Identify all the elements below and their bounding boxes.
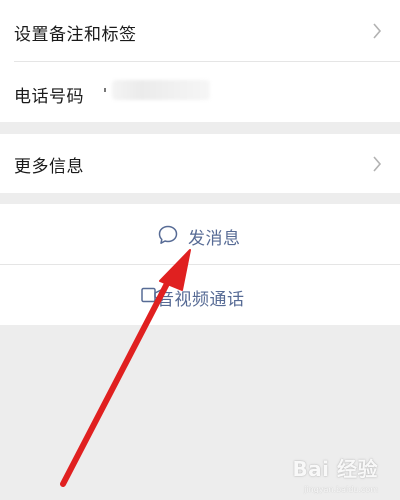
section-gap <box>0 193 400 204</box>
remark-tags-label: 设置备注和标签 <box>14 25 137 45</box>
chevron-right-icon <box>373 23 382 39</box>
more-info-row[interactable]: 更多信息 <box>0 134 400 193</box>
watermark-url: jingyan.baidu.com <box>304 485 378 494</box>
remark-tags-row[interactable]: 设置备注和标签 <box>0 0 400 62</box>
watermark-logo: Bai 经验 <box>292 457 378 481</box>
phone-value-mark <box>104 88 106 92</box>
call-label: 音视频通话 <box>157 290 245 310</box>
phone-label: 电话号码 <box>14 87 84 107</box>
chat-bubble-icon <box>158 225 178 244</box>
call-button[interactable]: 音视频通话 <box>0 265 400 325</box>
phone-value-redacted <box>112 80 210 100</box>
send-message-button[interactable]: 发消息 <box>0 204 400 265</box>
send-message-label: 发消息 <box>188 229 241 249</box>
chevron-right-icon <box>373 156 382 172</box>
section-gap <box>0 122 400 134</box>
more-info-label: 更多信息 <box>14 157 84 177</box>
